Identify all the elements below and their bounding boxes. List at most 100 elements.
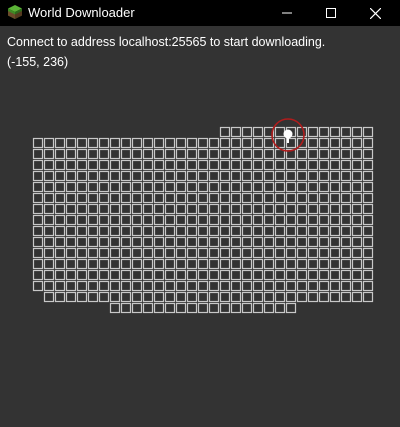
- chunk-cell: [208, 203, 220, 215]
- chunk-cell: [241, 192, 253, 204]
- chunk-cell: [153, 258, 165, 270]
- chunk-cell: [186, 236, 198, 248]
- chunk-cell: [208, 148, 220, 160]
- chunk-cell: [98, 236, 110, 248]
- chunk-cell: [241, 148, 253, 160]
- chunk-cell: [175, 280, 187, 292]
- chunk-cell: [32, 192, 44, 204]
- chunk-cell: [329, 137, 341, 149]
- chunk-cell: [43, 247, 55, 259]
- chunk-cell: [219, 291, 231, 303]
- chunk-cell: [186, 214, 198, 226]
- chunk-cell: [208, 269, 220, 281]
- chunk-cell: [109, 269, 121, 281]
- chunk-cell: [175, 203, 187, 215]
- chunk-cell: [230, 291, 242, 303]
- chunk-cell: [186, 302, 198, 314]
- chunk-cell: [197, 280, 209, 292]
- chunk-cell: [142, 148, 154, 160]
- chunk-cell: [274, 159, 286, 171]
- chunk-cell: [362, 137, 374, 149]
- chunk-cell: [263, 181, 275, 193]
- chunk-cell: [120, 269, 132, 281]
- chunk-cell: [307, 137, 319, 149]
- title-bar[interactable]: World Downloader: [0, 0, 400, 26]
- maximize-button[interactable]: [308, 0, 354, 26]
- maximize-icon: [326, 8, 336, 18]
- chunk-cell: [175, 137, 187, 149]
- chunk-cell: [340, 236, 352, 248]
- chunk-cell: [98, 159, 110, 171]
- chunk-cell: [98, 258, 110, 270]
- chunk-cell: [175, 258, 187, 270]
- chunk-cell: [263, 302, 275, 314]
- chunk-cell: [175, 170, 187, 182]
- chunk-cell: [142, 247, 154, 259]
- chunk-cell: [219, 137, 231, 149]
- chunk-cell: [318, 148, 330, 160]
- chunk-cell: [340, 269, 352, 281]
- chunk-cell: [241, 291, 253, 303]
- chunk-cell: [153, 203, 165, 215]
- chunk-cell: [142, 159, 154, 171]
- chunk-cell: [87, 247, 99, 259]
- chunk-cell: [208, 181, 220, 193]
- chunk-cell: [54, 247, 66, 259]
- chunk-cell: [351, 214, 363, 226]
- chunk-cell: [285, 247, 297, 259]
- close-button[interactable]: [352, 0, 398, 26]
- chunk-cell: [208, 137, 220, 149]
- chunk-cell: [142, 302, 154, 314]
- chunk-cell: [362, 280, 374, 292]
- chunk-cell: [307, 247, 319, 259]
- chunk-cell: [263, 247, 275, 259]
- chunk-cell: [362, 225, 374, 237]
- chunk-cell: [318, 258, 330, 270]
- chunk-cell: [285, 192, 297, 204]
- chunk-cell: [274, 181, 286, 193]
- chunk-cell: [274, 258, 286, 270]
- chunk-cell: [32, 137, 44, 149]
- chunk-cell: [186, 159, 198, 171]
- chunk-cell: [109, 247, 121, 259]
- chunk-cell: [296, 192, 308, 204]
- chunk-cell: [175, 236, 187, 248]
- chunk-cell: [131, 280, 143, 292]
- chunk-cell: [351, 159, 363, 171]
- chunk-cell: [175, 181, 187, 193]
- chunk-cell: [230, 192, 242, 204]
- chunk-cell: [98, 280, 110, 292]
- minimize-button[interactable]: [264, 0, 310, 26]
- chunk-cell: [120, 181, 132, 193]
- chunk-cell: [252, 181, 264, 193]
- chunk-cell: [54, 148, 66, 160]
- chunk-cell: [230, 159, 242, 171]
- chunk-cell: [87, 181, 99, 193]
- chunk-cell: [307, 159, 319, 171]
- chunk-cell: [43, 192, 55, 204]
- chunk-cell: [252, 126, 264, 138]
- chunk-cell: [76, 214, 88, 226]
- chunk-cell: [120, 214, 132, 226]
- chunk-cell: [307, 170, 319, 182]
- map-view[interactable]: Connect to address localhost:25565 to st…: [0, 26, 400, 427]
- chunk-cell: [219, 203, 231, 215]
- chunk-cell: [329, 214, 341, 226]
- chunk-cell: [230, 148, 242, 160]
- chunk-cell: [252, 258, 264, 270]
- chunk-cell: [131, 214, 143, 226]
- chunk-cell: [164, 280, 176, 292]
- chunk-cell: [186, 181, 198, 193]
- chunk-cell: [120, 236, 132, 248]
- chunk-cell: [131, 159, 143, 171]
- chunk-cell: [109, 203, 121, 215]
- chunk-cell: [263, 225, 275, 237]
- chunk-cell: [43, 137, 55, 149]
- chunk-cell: [32, 181, 44, 193]
- chunk-cell: [241, 258, 253, 270]
- chunk-cell: [32, 148, 44, 160]
- chunk-cell: [329, 291, 341, 303]
- chunk-cell: [131, 225, 143, 237]
- chunk-map[interactable]: [0, 26, 400, 427]
- chunk-cell: [131, 192, 143, 204]
